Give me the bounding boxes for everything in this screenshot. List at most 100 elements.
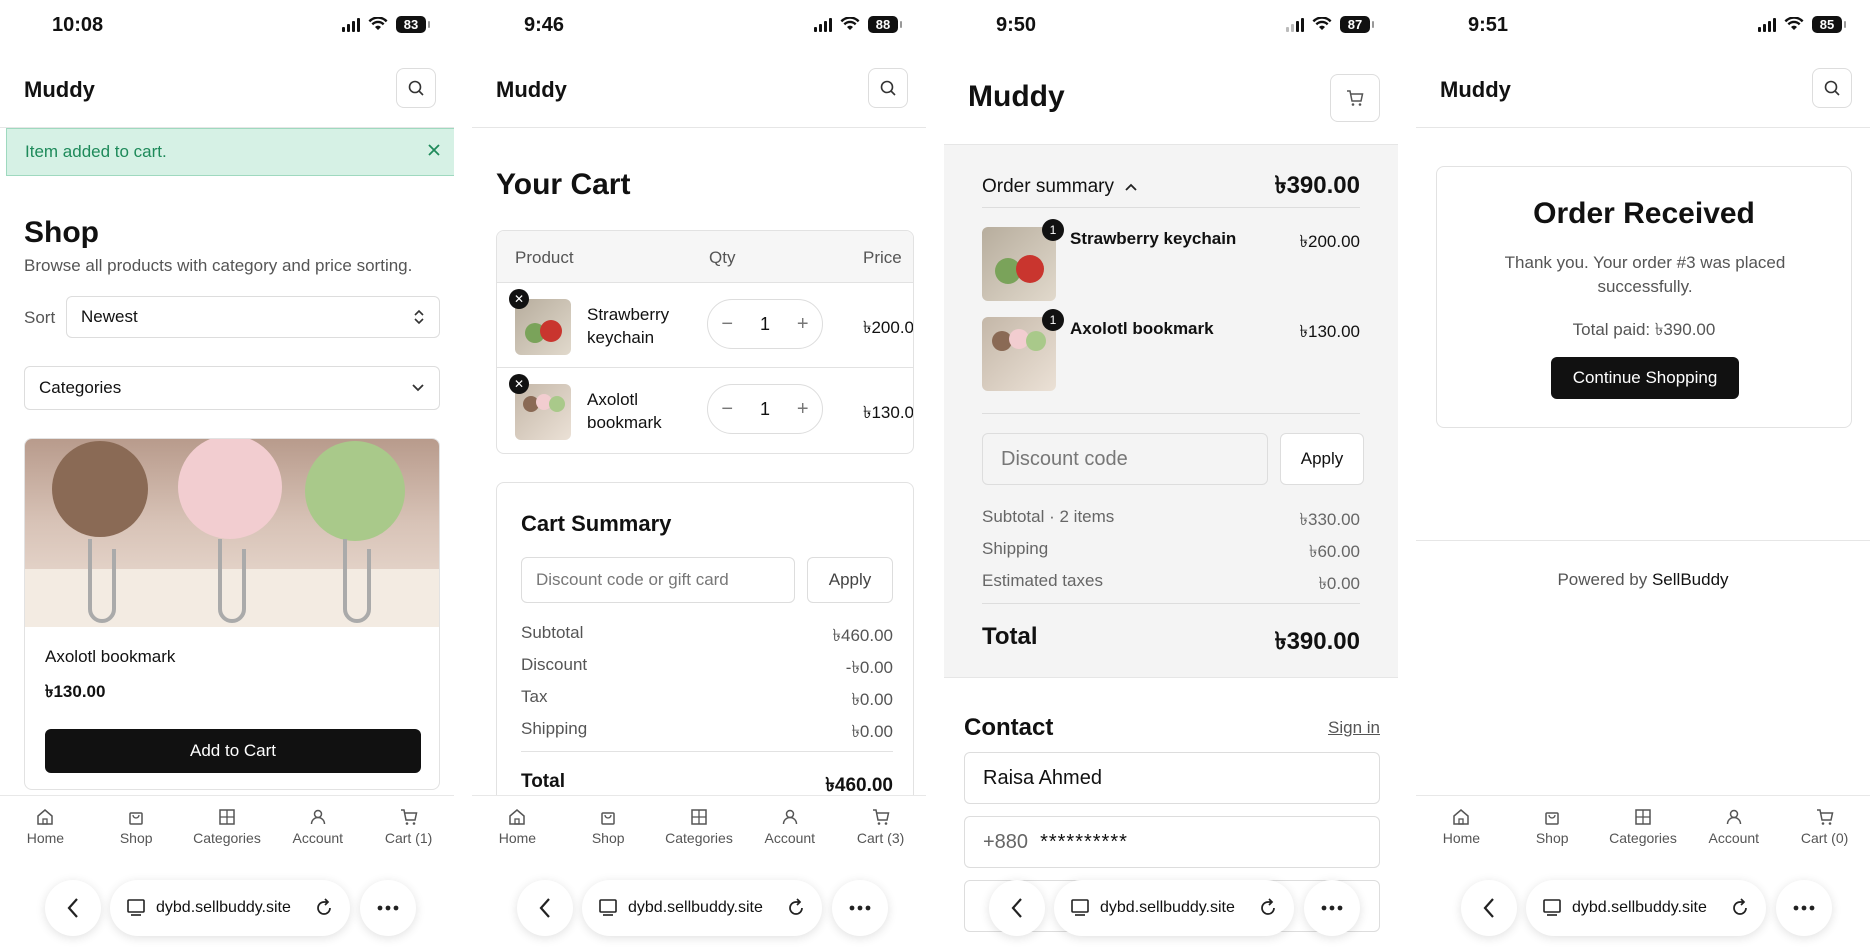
- shipping-value: ৳60.00: [1308, 542, 1360, 561]
- battery-indicator: 88: [868, 16, 902, 33]
- nav-account[interactable]: Account: [1694, 808, 1774, 846]
- discount-input[interactable]: Discount code or gift card: [521, 557, 795, 603]
- more-icon: [849, 905, 871, 911]
- search-button[interactable]: [868, 68, 908, 108]
- back-button[interactable]: [1461, 880, 1517, 936]
- nav-home[interactable]: Home: [477, 808, 557, 846]
- nav-categories[interactable]: Categories: [1603, 808, 1683, 846]
- back-button[interactable]: [517, 880, 573, 936]
- wifi-icon: [1784, 17, 1804, 30]
- tabs-icon: [1543, 899, 1561, 916]
- address-bar[interactable]: dybd.sellbuddy.site: [1526, 880, 1766, 936]
- remove-item-button[interactable]: ✕: [509, 374, 529, 394]
- continue-shopping-button[interactable]: Continue Shopping: [1551, 357, 1739, 399]
- item-price: ৳200.00: [863, 318, 914, 337]
- bottom-navigation: Home Shop Categories Account Cart (1): [0, 795, 454, 857]
- nav-home[interactable]: Home: [5, 808, 85, 846]
- nav-account[interactable]: Account: [278, 808, 358, 846]
- more-options-button[interactable]: [832, 880, 888, 936]
- nav-home-label: Home: [1442, 829, 1481, 846]
- sort-select[interactable]: Newest: [66, 296, 440, 338]
- order-summary-total: ৳390.00: [1274, 172, 1360, 199]
- reload-icon[interactable]: [1258, 898, 1278, 918]
- close-icon[interactable]: [427, 143, 441, 162]
- brand-logo[interactable]: Muddy: [968, 80, 1065, 114]
- nav-cart[interactable]: Cart (0): [1785, 808, 1865, 846]
- phone-prefix: +880: [983, 830, 1029, 853]
- search-button[interactable]: [396, 68, 436, 108]
- cart-button[interactable]: [1330, 74, 1380, 122]
- nav-categories[interactable]: Categories: [659, 808, 739, 846]
- screen-order-received: 9:51 85 Muddy Order Received Thank you. …: [1416, 0, 1870, 948]
- minus-icon[interactable]: −: [721, 398, 733, 421]
- screen-shop: 10:08 83 Muddy Item added to cart. Shop …: [0, 0, 454, 948]
- nav-home[interactable]: Home: [1421, 808, 1501, 846]
- sort-value: Newest: [81, 307, 138, 326]
- browser-toolbar: dybd.sellbuddy.site: [1416, 880, 1870, 948]
- nav-categories-label: Categories: [1609, 829, 1677, 846]
- nav-shop[interactable]: Shop: [96, 808, 176, 846]
- product-name[interactable]: Axolotl bookmark: [45, 647, 175, 667]
- nav-shop[interactable]: Shop: [568, 808, 648, 846]
- nav-categories-label: Categories: [665, 829, 733, 846]
- quantity-value[interactable]: 1: [760, 314, 770, 335]
- tabs-icon: [1071, 899, 1089, 916]
- chevron-down-icon: [412, 384, 424, 392]
- product-card[interactable]: Axolotl bookmark ৳130.00 Add to Cart: [24, 438, 440, 790]
- nav-shop[interactable]: Shop: [1512, 808, 1592, 846]
- more-options-button[interactable]: [1304, 880, 1360, 936]
- apply-discount-button[interactable]: Apply: [1280, 433, 1364, 485]
- product-price: ৳130.00: [45, 682, 106, 701]
- home-icon: [509, 808, 526, 825]
- item-name[interactable]: Strawberry keychain: [587, 303, 687, 349]
- address-bar[interactable]: dybd.sellbuddy.site: [582, 880, 822, 936]
- sign-in-link[interactable]: Sign in: [1328, 718, 1380, 738]
- status-time: 9:46: [524, 14, 565, 36]
- subtotal-value: ৳330.00: [1299, 510, 1360, 529]
- reload-icon[interactable]: [1730, 898, 1750, 918]
- chevron-up-icon: [1125, 183, 1137, 191]
- status-time: 10:08: [52, 14, 104, 36]
- quantity-value[interactable]: 1: [760, 399, 770, 420]
- plus-icon[interactable]: +: [797, 398, 809, 421]
- address-bar[interactable]: dybd.sellbuddy.site: [110, 880, 350, 936]
- discount-input[interactable]: Discount code: [982, 433, 1268, 485]
- search-icon: [1824, 80, 1840, 96]
- plus-icon[interactable]: +: [797, 313, 809, 336]
- phone-field[interactable]: +880 **********: [964, 816, 1380, 868]
- reload-icon[interactable]: [314, 898, 334, 918]
- item-name[interactable]: Axolotl bookmark: [587, 388, 687, 434]
- toast-notification: Item added to cart.: [6, 128, 454, 176]
- shipping-label: Shipping: [521, 719, 588, 738]
- order-summary-toggle[interactable]: Order summary ৳390.00: [982, 167, 1360, 207]
- nav-cart-label: Cart (0): [1800, 829, 1849, 846]
- confirmation-title: Order Received: [1533, 197, 1755, 230]
- back-button[interactable]: [45, 880, 101, 936]
- nav-cart[interactable]: Cart (3): [841, 808, 921, 846]
- brand-logo[interactable]: Muddy: [1440, 77, 1511, 103]
- nav-cart[interactable]: Cart (1): [369, 808, 449, 846]
- address-bar[interactable]: dybd.sellbuddy.site: [1054, 880, 1294, 936]
- tabs-icon: [127, 899, 145, 916]
- brand-logo[interactable]: Muddy: [24, 77, 95, 103]
- categories-dropdown[interactable]: Categories: [24, 366, 440, 410]
- more-options-button[interactable]: [360, 880, 416, 936]
- remove-item-button[interactable]: ✕: [509, 289, 529, 309]
- minus-icon[interactable]: −: [721, 313, 733, 336]
- apply-discount-button[interactable]: Apply: [807, 557, 893, 603]
- user-icon: [1726, 809, 1742, 824]
- product-image[interactable]: [25, 439, 439, 627]
- reload-icon[interactable]: [786, 898, 806, 918]
- powered-brand-link[interactable]: SellBuddy: [1652, 570, 1729, 589]
- nav-categories[interactable]: Categories: [187, 808, 267, 846]
- status-bar: 9:51 85: [1416, 0, 1870, 52]
- back-button[interactable]: [989, 880, 1045, 936]
- brand-logo[interactable]: Muddy: [496, 77, 567, 103]
- table-row: ✕ Axolotl bookmark − 1 + ৳130.00: [497, 368, 913, 453]
- add-to-cart-button[interactable]: Add to Cart: [45, 729, 421, 773]
- order-summary-label: Order summary: [982, 176, 1114, 197]
- more-options-button[interactable]: [1776, 880, 1832, 936]
- nav-account[interactable]: Account: [750, 808, 830, 846]
- name-field[interactable]: Raisa Ahmed: [964, 752, 1380, 804]
- search-button[interactable]: [1812, 68, 1852, 108]
